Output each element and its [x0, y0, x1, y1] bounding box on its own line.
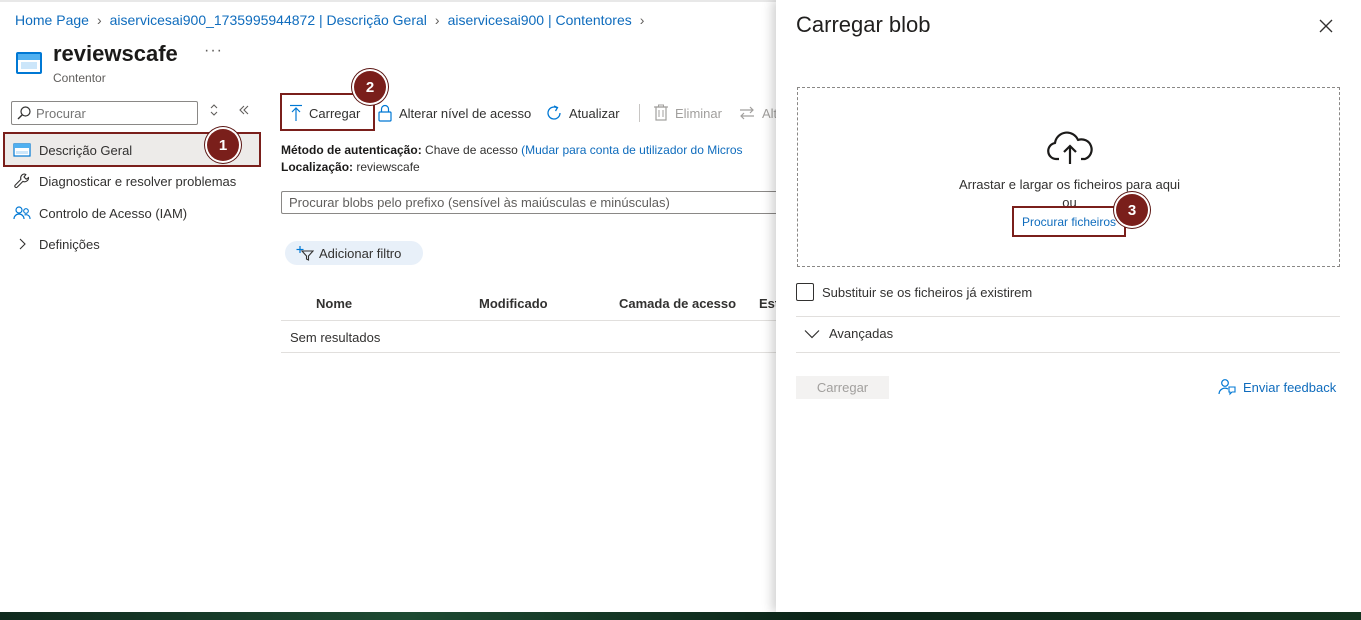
page-title: reviewscafe — [53, 41, 178, 66]
table-header-divider — [281, 320, 781, 321]
switch-auth-link[interactable]: (Mudar para conta de utilizador do Micro… — [521, 143, 742, 157]
advanced-section-toggle[interactable]: Avançadas — [804, 326, 893, 341]
close-icon[interactable] — [1316, 16, 1336, 36]
chevron-right-icon — [12, 234, 32, 254]
step-badge-2: 2 — [354, 71, 386, 103]
location-value: reviewscafe — [356, 160, 420, 174]
drop-instructions: Arrastar e largar os ficheiros para aqui — [958, 177, 1181, 192]
sidebar-item-diagnose[interactable]: Diagnosticar e resolver problemas — [12, 166, 236, 196]
table-row-divider — [281, 352, 781, 353]
sidebar-item-settings[interactable]: Definições — [12, 229, 100, 259]
overwrite-checkbox-row[interactable]: Substituir se os ficheiros já existirem — [796, 283, 1032, 301]
container-icon — [12, 140, 32, 160]
sidebar-item-label: Controlo de Acesso (IAM) — [39, 205, 188, 221]
advanced-label: Avançadas — [829, 326, 894, 341]
panel-divider — [796, 352, 1340, 353]
trash-icon — [653, 104, 669, 122]
upload-label: Carregar — [309, 105, 361, 121]
column-header-modified[interactable]: Modificado — [479, 296, 548, 311]
browse-files-link[interactable]: Procurar ficheiros — [1012, 206, 1126, 237]
panel-upload-button[interactable]: Carregar — [796, 376, 889, 399]
refresh-label: Atualizar — [569, 105, 620, 121]
breadcrumb: Home Page › aiservicesai900_173599594487… — [15, 12, 652, 28]
refresh-button[interactable]: Atualizar — [545, 100, 620, 126]
add-filter-label: Adicionar filtro — [319, 245, 402, 261]
step-badge-3: 3 — [1116, 194, 1148, 226]
lock-icon — [377, 104, 393, 122]
sort-icon[interactable] — [209, 103, 219, 120]
breadcrumb-separator-icon: › — [96, 12, 102, 28]
empty-results-text: Sem resultados — [290, 330, 381, 345]
collapse-sidebar-icon[interactable] — [238, 103, 250, 120]
send-feedback-link[interactable]: Enviar feedback — [1218, 378, 1336, 396]
taskbar-strip — [0, 612, 1361, 620]
chevron-down-icon — [804, 329, 820, 339]
page-subtitle: Contentor — [53, 71, 106, 85]
sidebar-search[interactable] — [11, 101, 198, 125]
delete-label: Eliminar — [675, 105, 722, 121]
auth-method-label: Método de autenticação: — [281, 143, 422, 157]
column-header-access-tier[interactable]: Camada de acesso — [619, 296, 736, 311]
toolbar-divider — [639, 104, 640, 122]
breadcrumb-containers[interactable]: aiservicesai900 | Contentores — [448, 12, 632, 28]
panel-title: Carregar blob — [796, 12, 931, 37]
upload-button[interactable]: Carregar — [289, 100, 360, 126]
sidebar-item-iam[interactable]: Controlo de Acesso (IAM) — [12, 198, 187, 228]
sidebar-item-label: Descrição Geral — [39, 142, 133, 158]
file-drop-zone[interactable]: Arrastar e largar os ficheiros para aqui… — [797, 87, 1340, 267]
sidebar-item-overview[interactable]: Descrição Geral — [12, 135, 132, 165]
upload-icon — [289, 104, 303, 122]
panel-divider — [796, 316, 1340, 317]
change-tier-label: Alterar nível de acesso — [399, 105, 532, 121]
overwrite-label: Substituir se os ficheiros já existirem — [822, 284, 1033, 300]
sidebar-search-input[interactable] — [36, 105, 196, 121]
add-filter-icon — [296, 245, 314, 261]
feedback-label: Enviar feedback — [1243, 379, 1337, 395]
cloud-upload-icon — [1046, 131, 1094, 167]
feedback-icon — [1218, 378, 1236, 396]
breadcrumb-home[interactable]: Home Page — [15, 12, 89, 28]
overwrite-checkbox[interactable] — [796, 283, 814, 301]
search-icon — [16, 105, 32, 121]
change-tier-button[interactable]: Alterar nível de acesso — [377, 100, 531, 126]
people-icon — [12, 203, 32, 223]
breadcrumb-storage-account[interactable]: aiservicesai900_1735995944872 | Descriçã… — [110, 12, 427, 28]
breadcrumb-separator-icon: › — [639, 12, 645, 28]
sidebar-item-label: Diagnosticar e resolver problemas — [39, 173, 237, 189]
refresh-icon — [545, 104, 563, 122]
column-header-name[interactable]: Nome — [316, 296, 352, 311]
more-actions-button[interactable]: ··· — [204, 42, 223, 60]
sidebar-item-label: Definições — [39, 236, 100, 252]
location-row: Localização: reviewscafe — [281, 160, 420, 174]
auth-method-row: Método de autenticação: Chave de acesso … — [281, 143, 743, 157]
container-icon — [16, 52, 42, 74]
blob-prefix-search-input[interactable]: Procurar blobs pelo prefixo (sensível às… — [281, 191, 781, 214]
delete-button[interactable]: Eliminar — [653, 100, 722, 126]
change-label: Alt — [762, 105, 778, 121]
add-filter-button[interactable]: Adicionar filtro — [285, 241, 423, 265]
swap-icon — [738, 105, 756, 121]
location-label: Localização: — [281, 160, 354, 174]
upload-blob-panel: Carregar blob Arrastar e largar os fiche… — [776, 0, 1361, 612]
auth-method-value: Chave de acesso — [425, 143, 518, 157]
wrench-icon — [12, 171, 32, 191]
breadcrumb-separator-icon: › — [434, 12, 440, 28]
change-button[interactable]: Alt — [738, 100, 777, 126]
step-badge-1: 1 — [207, 129, 239, 161]
